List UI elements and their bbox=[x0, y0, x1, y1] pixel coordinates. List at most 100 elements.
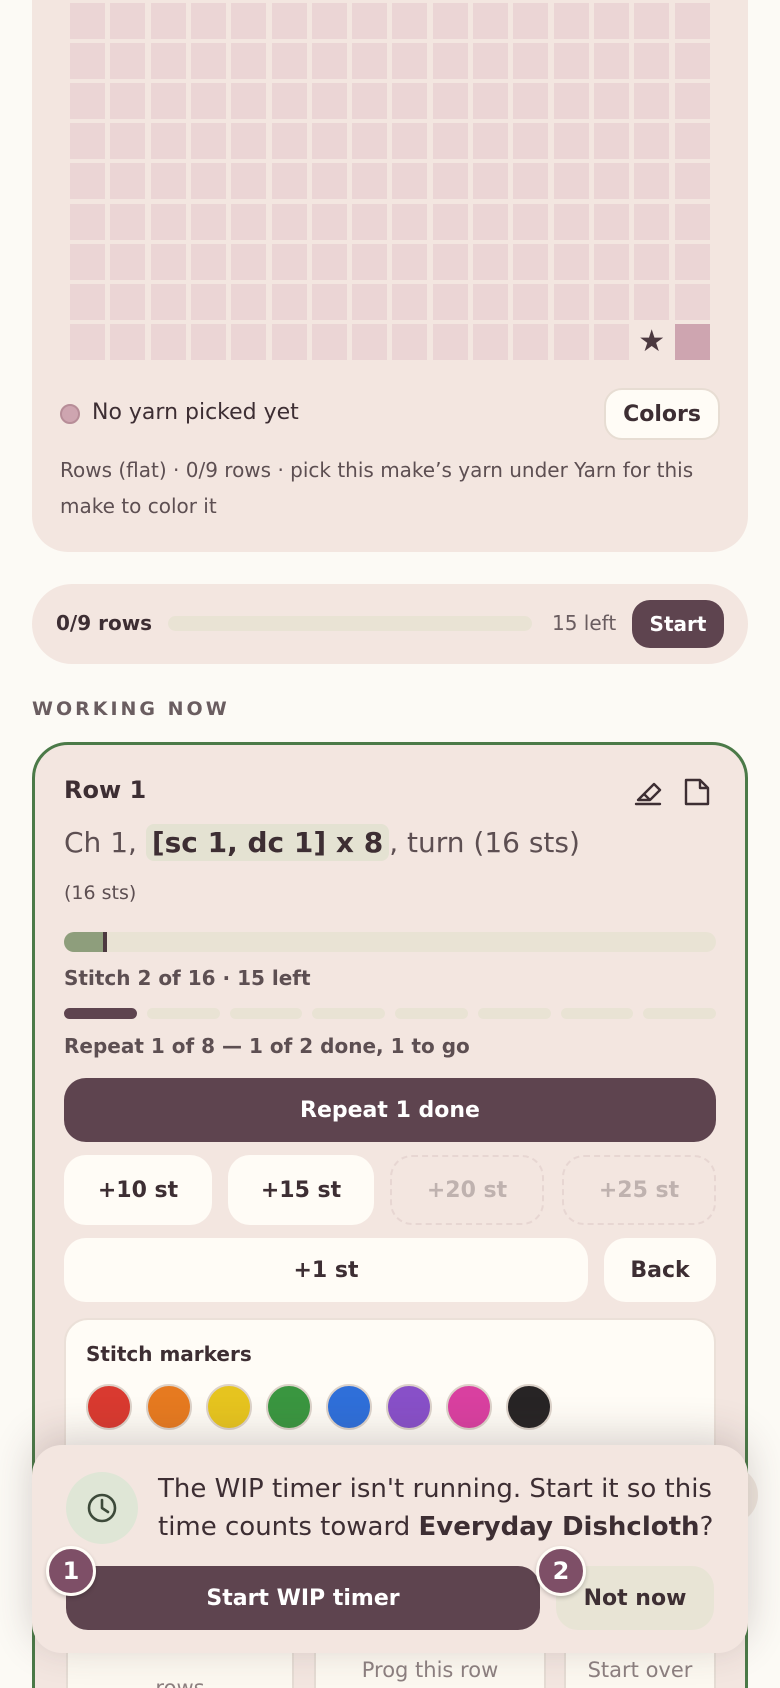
chart-cell[interactable] bbox=[352, 163, 388, 200]
chart-cell[interactable]: ★ bbox=[634, 324, 669, 360]
chart-cell[interactable] bbox=[513, 83, 549, 120]
chart-cell[interactable] bbox=[674, 83, 710, 120]
chart-cell[interactable] bbox=[392, 83, 428, 120]
chart-cell[interactable] bbox=[392, 203, 428, 240]
chart-cell[interactable] bbox=[190, 123, 226, 160]
start-wip-timer-button[interactable]: Start WIP timer bbox=[66, 1566, 540, 1630]
chart-cell[interactable] bbox=[352, 43, 388, 80]
chart-cell[interactable] bbox=[593, 43, 629, 80]
add-15-stitches-button[interactable]: +15 st bbox=[228, 1155, 374, 1225]
chart-cell[interactable] bbox=[634, 83, 670, 120]
chart-cell[interactable] bbox=[674, 123, 710, 160]
chart-cell[interactable] bbox=[634, 203, 670, 240]
chart-cell[interactable] bbox=[392, 123, 428, 160]
chart-cell[interactable] bbox=[150, 323, 186, 360]
note-icon[interactable] bbox=[682, 776, 712, 808]
chart-cell[interactable] bbox=[352, 323, 388, 360]
chart-cell[interactable] bbox=[271, 163, 307, 200]
chart-cell[interactable] bbox=[553, 323, 589, 360]
chart-cell[interactable] bbox=[513, 323, 549, 360]
chart-cell[interactable] bbox=[352, 283, 388, 320]
chart-cell[interactable] bbox=[311, 3, 347, 39]
chart-cell[interactable] bbox=[110, 83, 146, 120]
chart-cell[interactable] bbox=[432, 83, 468, 120]
chart-cell[interactable] bbox=[70, 83, 105, 120]
chart-cell[interactable] bbox=[674, 243, 710, 280]
chart-cell[interactable] bbox=[271, 243, 307, 280]
chart-cell[interactable] bbox=[513, 123, 549, 160]
chart-cell[interactable] bbox=[110, 323, 146, 360]
chart-cell[interactable] bbox=[473, 243, 508, 280]
chart-cell[interactable] bbox=[634, 3, 670, 39]
chart-cell[interactable] bbox=[432, 3, 468, 39]
chart-cell[interactable] bbox=[634, 243, 670, 280]
stitch-marker-color[interactable] bbox=[266, 1384, 312, 1430]
chart-cell[interactable] bbox=[352, 203, 388, 240]
chart-cell[interactable] bbox=[110, 163, 146, 200]
chart-cell[interactable] bbox=[352, 3, 388, 39]
chart-cell[interactable] bbox=[432, 243, 468, 280]
chart-cell[interactable] bbox=[190, 83, 226, 120]
chart-cell[interactable] bbox=[190, 43, 226, 80]
chart-cell[interactable] bbox=[150, 163, 186, 200]
start-button[interactable]: Start bbox=[632, 600, 724, 648]
chart-cell[interactable] bbox=[70, 3, 105, 39]
chart-cell[interactable] bbox=[231, 243, 267, 280]
chart-cell[interactable] bbox=[593, 163, 629, 200]
stitch-marker-color[interactable] bbox=[86, 1384, 132, 1430]
chart-cell[interactable] bbox=[150, 283, 186, 320]
chart-cell[interactable] bbox=[190, 243, 226, 280]
chart-cell[interactable] bbox=[110, 203, 146, 240]
chart-cell[interactable] bbox=[473, 83, 508, 120]
chart-cell[interactable] bbox=[513, 163, 549, 200]
chart-cell[interactable] bbox=[674, 323, 710, 360]
chart-cell[interactable] bbox=[634, 163, 670, 200]
chart-cell[interactable] bbox=[150, 203, 186, 240]
chart-cell[interactable] bbox=[432, 163, 468, 200]
chart-cell[interactable] bbox=[553, 43, 589, 80]
chart-cell[interactable] bbox=[473, 163, 508, 200]
chart-cell[interactable] bbox=[473, 283, 508, 320]
chart-cell[interactable] bbox=[352, 123, 388, 160]
chart-cell[interactable] bbox=[231, 203, 267, 240]
stitch-marker-color[interactable] bbox=[326, 1384, 372, 1430]
chart-cell[interactable] bbox=[513, 203, 549, 240]
chart-cell[interactable] bbox=[553, 243, 589, 280]
chart-cell[interactable] bbox=[593, 283, 629, 320]
chart-cell[interactable] bbox=[271, 123, 307, 160]
chart-cell[interactable] bbox=[553, 283, 589, 320]
chart-cell[interactable] bbox=[553, 203, 589, 240]
chart-cell[interactable] bbox=[271, 203, 307, 240]
chart-cell[interactable] bbox=[593, 3, 629, 39]
chart-cell[interactable] bbox=[231, 3, 267, 39]
chart-cell[interactable] bbox=[593, 323, 629, 360]
chart-cell[interactable] bbox=[271, 3, 307, 39]
chart-cell[interactable] bbox=[110, 3, 146, 39]
chart-cell[interactable] bbox=[70, 163, 105, 200]
chart-cell[interactable] bbox=[231, 83, 267, 120]
chart-cell[interactable] bbox=[593, 203, 629, 240]
chart-cell[interactable] bbox=[231, 163, 267, 200]
stitch-marker-color[interactable] bbox=[386, 1384, 432, 1430]
chart-cell[interactable] bbox=[271, 323, 307, 360]
chart-cell[interactable] bbox=[110, 43, 146, 80]
chart-cell[interactable] bbox=[231, 323, 267, 360]
chart-cell[interactable] bbox=[190, 323, 226, 360]
chart-cell[interactable] bbox=[634, 43, 670, 80]
chart-cell[interactable] bbox=[674, 43, 710, 80]
stitch-chart-grid[interactable]: ★ bbox=[70, 3, 710, 361]
chart-cell[interactable] bbox=[231, 43, 267, 80]
chart-cell[interactable] bbox=[70, 323, 105, 360]
chart-cell[interactable] bbox=[392, 323, 428, 360]
chart-cell[interactable] bbox=[553, 123, 589, 160]
chart-cell[interactable] bbox=[513, 243, 549, 280]
chart-cell[interactable] bbox=[70, 123, 105, 160]
chart-cell[interactable] bbox=[70, 243, 105, 280]
chart-cell[interactable] bbox=[674, 283, 710, 320]
chart-cell[interactable] bbox=[392, 3, 428, 39]
chart-cell[interactable] bbox=[311, 243, 347, 280]
chart-cell[interactable] bbox=[110, 123, 146, 160]
chart-cell[interactable] bbox=[110, 243, 146, 280]
chart-cell[interactable] bbox=[432, 203, 468, 240]
chart-cell[interactable] bbox=[473, 203, 508, 240]
